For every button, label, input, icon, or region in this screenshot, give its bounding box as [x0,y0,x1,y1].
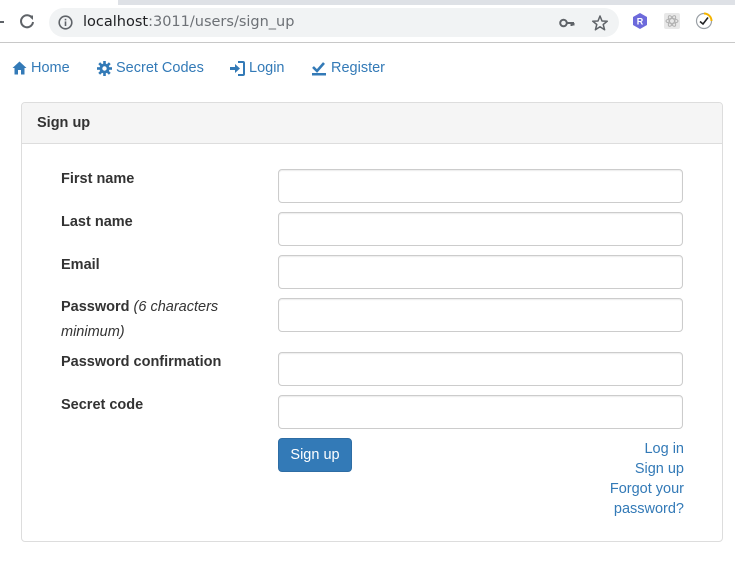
url-path: :3011/users/sign_up [148,14,295,30]
url-host: localhost [83,14,149,30]
email-input[interactable] [278,255,683,289]
last-name-label: Last name [61,214,133,230]
key-icon[interactable] [559,15,575,31]
signup-panel: Sign up First name Last name Email Passw… [21,102,723,542]
nav-register-link[interactable]: Register [311,59,385,77]
panel-title: Sign up [37,115,91,131]
nav-login-link[interactable]: Login [229,59,284,77]
email-label: Email [61,257,100,273]
secret-code-input[interactable] [278,395,683,429]
address-bar[interactable]: localhost:3011/users/sign_up [49,8,619,37]
nav-register-label: Register [331,60,385,76]
app-navbar: Home Secret Codes Login Register [0,44,735,92]
gear-icon [97,60,112,76]
nav-secret-codes-link[interactable]: Secret Codes [97,59,204,77]
last-name-input[interactable] [278,212,683,246]
check-underline-icon [312,61,326,75]
home-icon [12,61,27,75]
nav-secret-codes-label: Secret Codes [116,60,204,76]
first-name-label: First name [61,171,135,187]
first-name-input[interactable] [278,169,683,203]
site-info-icon[interactable] [58,15,73,30]
forgot-password-link[interactable]: Forgot your password? [564,479,684,519]
nav-home-link[interactable]: Home [12,59,70,77]
panel-heading: Sign up [22,103,722,144]
reload-icon [20,14,34,29]
sign-up-button[interactable]: Sign up [278,438,352,472]
password-label-group: Password (6 characters minimum) [61,295,241,345]
tab-strip [118,0,735,5]
redux-devtools-icon[interactable]: R [631,12,649,30]
react-devtools-icon[interactable] [663,12,681,30]
secret-code-label: Secret code [61,397,144,413]
login-icon [230,60,245,76]
nav-login-label: Login [249,60,285,76]
nav-home-label: Home [31,60,70,76]
password-confirmation-input[interactable] [278,352,683,386]
log-in-link[interactable]: Log in [564,439,684,459]
auth-links: Log in Sign up Forgot your password? [564,439,684,519]
extension-r-letter: R [637,17,644,27]
bookmark-star-icon[interactable] [591,14,609,32]
checker-extension-icon[interactable] [695,12,713,30]
password-label: Password [61,299,130,315]
password-input[interactable] [278,298,683,332]
password-confirmation-label: Password confirmation [61,354,222,370]
back-arrow-icon[interactable] [0,16,4,28]
browser-toolbar: localhost:3011/users/sign_up R [0,0,735,43]
sign-up-link[interactable]: Sign up [564,459,684,479]
reload-button[interactable] [16,11,38,33]
active-tab-edge [0,0,118,5]
url-text[interactable]: localhost:3011/users/sign_up [83,14,294,31]
